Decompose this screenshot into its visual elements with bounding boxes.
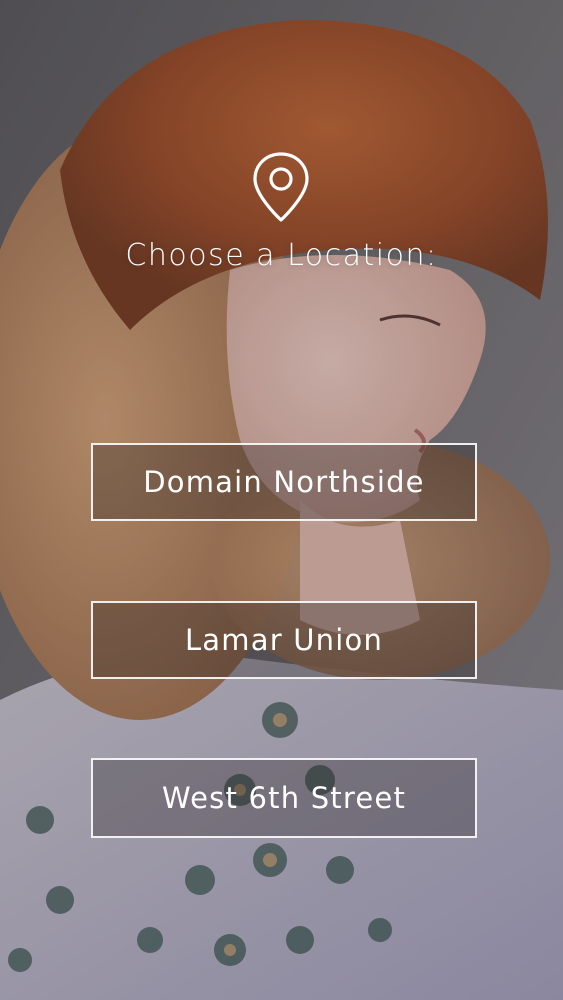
location-button-label: Domain Northside <box>143 465 425 499</box>
page-title: Choose a Location: <box>125 238 438 273</box>
location-button-west-6th-street[interactable]: West 6th Street <box>91 758 477 838</box>
location-button-domain-northside[interactable]: Domain Northside <box>91 443 477 521</box>
map-pin-icon <box>253 152 309 222</box>
location-button-label: West 6th Street <box>161 781 407 815</box>
location-button-lamar-union[interactable]: Lamar Union <box>91 601 477 679</box>
location-button-label: Lamar Union <box>184 623 384 657</box>
location-chooser-screen: Choose a Location: Domain Northside Lama… <box>0 0 563 1000</box>
